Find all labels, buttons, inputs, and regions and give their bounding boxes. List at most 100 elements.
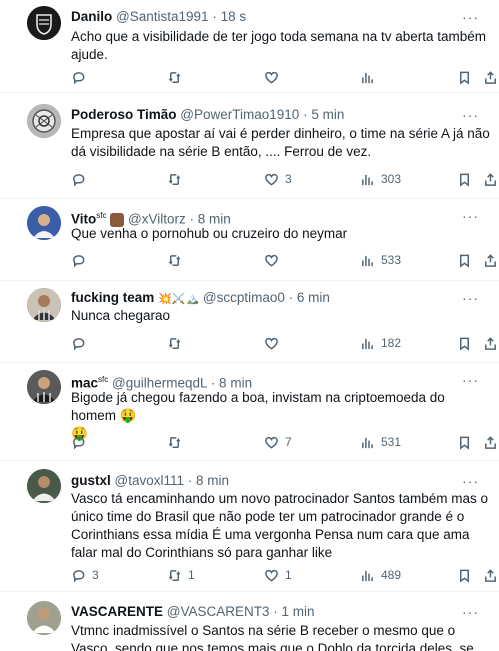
avatar[interactable]: [27, 469, 61, 503]
views-icon: [362, 437, 373, 448]
share-button[interactable]: [483, 433, 498, 451]
user-name[interactable]: gustxl: [71, 473, 111, 488]
bookmark-icon: [460, 436, 469, 450]
avatar[interactable]: [27, 288, 61, 322]
reply-icon: [73, 337, 85, 350]
avatar[interactable]: [27, 206, 61, 240]
retweet-button[interactable]: [167, 68, 188, 86]
retweet-button[interactable]: [167, 433, 188, 451]
user-name[interactable]: fucking team: [71, 290, 154, 305]
avatar[interactable]: [27, 104, 61, 138]
share-button[interactable]: [483, 334, 498, 352]
like-count: 3: [285, 172, 292, 186]
bookmark-button[interactable]: [457, 68, 472, 86]
reply-button[interactable]: [71, 251, 92, 269]
heart-icon: [265, 173, 278, 186]
tweet-2[interactable]: Poderoso Timão @PowerTimao1910 · 5 min ·…: [0, 93, 499, 199]
share-button[interactable]: [483, 68, 498, 86]
retweet-button[interactable]: [167, 334, 188, 352]
tweet-header: Vitosfc @xViltorz · 8 min ···: [71, 207, 489, 227]
tweet-header: fucking team 💥⚔️🏔️ @sccptimao0 · 6 min ·…: [71, 289, 489, 307]
tweet-time[interactable]: · 8 min: [188, 473, 229, 488]
views-button[interactable]: 303: [360, 170, 401, 188]
tweet-time[interactable]: · 5 min: [303, 107, 344, 122]
reply-button[interactable]: [71, 334, 92, 352]
retweet-button[interactable]: [167, 170, 188, 188]
reply-button[interactable]: [71, 433, 92, 451]
reply-button[interactable]: 3: [71, 566, 99, 584]
tweet-3[interactable]: Vitosfc @xViltorz · 8 min ··· Que venha …: [0, 199, 499, 281]
user-handle[interactable]: @VASCARENT3: [167, 604, 270, 619]
user-name[interactable]: VASCARENTE: [71, 604, 163, 619]
retweet-icon: [168, 254, 181, 266]
tweet-1[interactable]: Danilo @Santista1991 · 18 s ··· Acho que…: [0, 0, 499, 93]
more-options-icon[interactable]: ···: [462, 472, 479, 490]
heart-icon: [265, 436, 278, 449]
user-name[interactable]: Poderoso Timão: [71, 107, 177, 122]
bookmark-button[interactable]: [457, 251, 472, 269]
views-icon: [362, 570, 373, 581]
bookmark-icon: [460, 337, 469, 351]
tweet-time[interactable]: · 1 min: [273, 604, 314, 619]
share-icon: [485, 253, 496, 267]
tweet-header: Poderoso Timão @PowerTimao1910 · 5 min ·…: [71, 106, 489, 124]
like-button[interactable]: 7: [264, 433, 292, 451]
bookmark-button[interactable]: [457, 566, 472, 584]
action-bar: [71, 68, 499, 86]
avatar[interactable]: [27, 601, 61, 635]
user-handle[interactable]: @PowerTimao1910: [180, 107, 299, 122]
action-bar: 182: [71, 334, 499, 352]
view-count: 489: [381, 568, 402, 582]
like-button[interactable]: [264, 334, 285, 352]
reply-button[interactable]: [71, 170, 92, 188]
retweet-icon: [168, 436, 181, 448]
bookmark-button[interactable]: [457, 334, 472, 352]
retweet-icon: [168, 337, 181, 349]
share-button[interactable]: [483, 251, 498, 269]
more-options-icon[interactable]: ···: [462, 371, 479, 389]
like-button[interactable]: [264, 68, 285, 86]
like-button[interactable]: [264, 251, 285, 269]
views-button[interactable]: 182: [360, 334, 401, 352]
views-icon: [362, 338, 373, 349]
user-handle[interactable]: @sccptimao0: [203, 290, 285, 305]
user-handle[interactable]: @tavoxl111: [115, 473, 185, 488]
retweet-button[interactable]: [167, 251, 188, 269]
more-options-icon[interactable]: ···: [462, 106, 479, 124]
retweet-icon: [168, 173, 181, 185]
more-options-icon[interactable]: ···: [462, 8, 479, 26]
reply-button[interactable]: [71, 68, 92, 86]
tweet-6[interactable]: gustxl @tavoxl111 · 8 min ··· Vasco tá e…: [0, 461, 499, 592]
share-button[interactable]: [483, 170, 498, 188]
tweet-7[interactable]: VASCARENTE @VASCARENT3 · 1 min ··· Vtmnc…: [0, 592, 499, 651]
tweet-text: Empresa que apostar aí vai é perder dinh…: [71, 126, 490, 159]
share-button[interactable]: [483, 566, 498, 584]
share-icon: [485, 70, 496, 84]
action-bar: 3 303: [71, 170, 499, 188]
share-icon: [485, 172, 496, 186]
avatar[interactable]: [27, 370, 61, 404]
user-handle[interactable]: @Santista1991: [116, 9, 209, 24]
tweet-4[interactable]: fucking team 💥⚔️🏔️ @sccptimao0 · 6 min ·…: [0, 281, 499, 363]
user-name[interactable]: Danilo: [71, 9, 112, 24]
more-options-icon[interactable]: ···: [462, 207, 479, 225]
more-options-icon[interactable]: ···: [462, 289, 479, 307]
tweet-5[interactable]: macsfc @guilhermeqdL · 8 min ··· Bigode …: [0, 363, 499, 461]
views-button[interactable]: [360, 68, 381, 86]
views-button[interactable]: 489: [360, 566, 401, 584]
views-button[interactable]: 531: [360, 433, 401, 451]
views-button[interactable]: 533: [360, 251, 401, 269]
view-count: 182: [381, 336, 402, 350]
like-button[interactable]: 3: [264, 170, 292, 188]
like-count: 1: [285, 568, 292, 582]
bookmark-icon: [460, 173, 469, 187]
retweet-button[interactable]: 1: [167, 566, 195, 584]
bookmark-button[interactable]: [457, 433, 472, 451]
like-button[interactable]: 1: [264, 566, 292, 584]
bookmark-button[interactable]: [457, 170, 472, 188]
more-options-icon[interactable]: ···: [462, 603, 479, 621]
tweet-time[interactable]: · 18 s: [212, 9, 246, 24]
tweet-time[interactable]: · 6 min: [289, 290, 330, 305]
avatar[interactable]: [27, 6, 61, 40]
heart-icon: [265, 337, 278, 350]
